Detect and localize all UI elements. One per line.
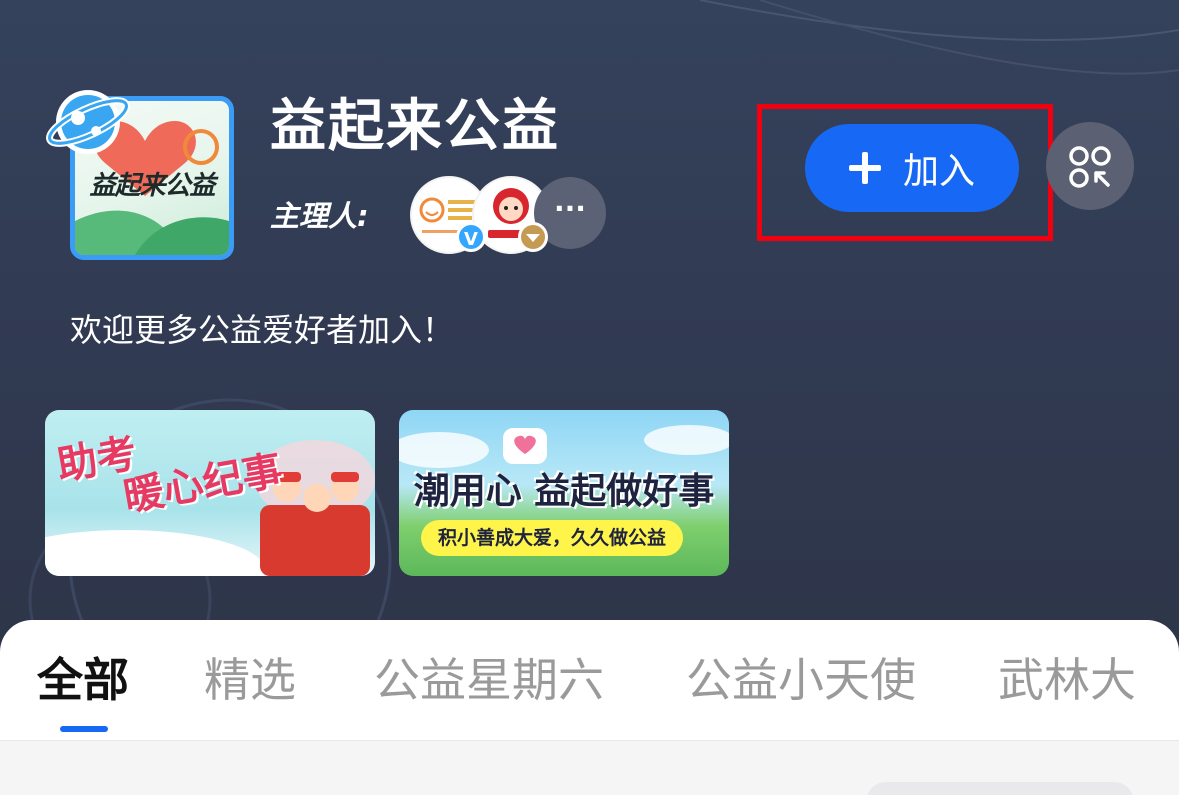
circle-avatar[interactable]: 益起来公益 xyxy=(46,78,236,264)
sort-toggle[interactable] xyxy=(866,782,1134,795)
banner-exam-support[interactable]: 助考 暖心纪事 xyxy=(45,410,375,576)
banner-do-good[interactable]: 潮用心 益起做好事 积小善成大爱，久久做公益 xyxy=(399,410,729,576)
diamond-badge-icon xyxy=(518,222,548,252)
tab-all[interactable]: 全部 xyxy=(37,650,129,710)
apps-button[interactable] xyxy=(1046,122,1134,210)
plus-icon xyxy=(848,152,881,184)
verified-badge-icon: V xyxy=(456,222,486,252)
tab-charity-saturday[interactable]: 公益星期六 xyxy=(374,650,604,710)
join-button[interactable]: 加入 xyxy=(805,124,1019,212)
tab-bar: 全部 精选 公益星期六 公益小天使 武林大 xyxy=(0,620,1142,740)
content-panel: 全部 精选 公益星期六 公益小天使 武林大 xyxy=(0,620,1179,795)
join-button-label: 加入 xyxy=(902,151,975,192)
welcome-text: 欢迎更多公益爱好者加入！ xyxy=(70,311,455,349)
apps-grid-icon xyxy=(1069,146,1111,188)
banner-do-good-subtitle: 积小善成大爱，久久做公益 xyxy=(421,520,683,556)
host-label: 主理人: xyxy=(270,199,369,233)
circle-header: 益起来公益 益起来公益 主理人: ··· V 加入 欢迎更多公益爱好者加入！ 助… xyxy=(0,0,1179,660)
active-tab-indicator xyxy=(60,726,108,732)
banner-do-good-title: 潮用心 益起做好事 xyxy=(413,471,715,512)
planet-icon xyxy=(46,90,130,154)
host-avatars[interactable]: ··· V xyxy=(410,176,610,254)
circle-title: 益起来公益 xyxy=(270,94,560,159)
tab-featured[interactable]: 精选 xyxy=(204,650,296,710)
tab-wulin[interactable]: 武林大 xyxy=(998,650,1136,710)
tab-charity-angel[interactable]: 公益小天使 xyxy=(686,650,916,710)
circle-avatar-text: 益起来公益 xyxy=(89,171,215,201)
